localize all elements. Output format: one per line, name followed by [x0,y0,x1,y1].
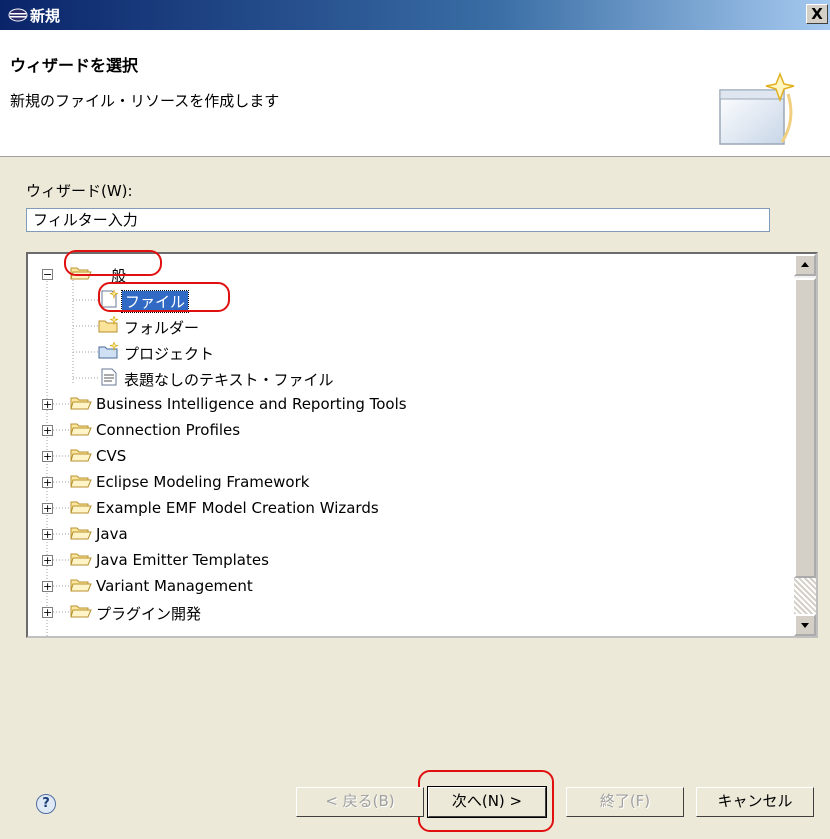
page-description: 新規のファイル・リソースを作成します [10,92,280,110]
scroll-down-button[interactable] [794,614,816,636]
annotation-ring-file [98,282,230,312]
expand-icon[interactable]: + [42,399,53,410]
folder-icon [70,423,92,436]
arrow-down-icon [801,623,809,628]
folder-icon [70,553,92,566]
eclipse-icon [8,8,28,22]
expand-icon[interactable]: + [42,529,53,540]
folder-icon [70,527,92,540]
scroll-thumb[interactable] [794,278,816,578]
expand-icon[interactable]: + [42,425,53,436]
new-wizard-dialog: 新規 X ウィザードを選択 新規のファイル・リソースを作成します ウィザード(W… [0,0,830,839]
wizard-banner-icon [719,71,795,145]
tree-node-folder[interactable]: フォルダー [28,314,328,340]
scroll-track[interactable] [794,578,816,614]
tree-node-label: Variant Management [96,577,253,595]
tree-node-variant-management[interactable]: + Variant Management [28,574,628,600]
next-button[interactable]: 次へ(N) > [427,786,547,818]
wizard-header: ウィザードを選択 新規のファイル・リソースを作成します [0,30,830,157]
folder-icon [70,605,92,618]
tree-node-label: プロジェクト [124,345,215,363]
expand-icon[interactable]: + [42,477,53,488]
annotation-ring-general [64,250,162,276]
filter-input[interactable]: フィルター入力 [26,208,770,232]
tree-node-label: Eclipse Modeling Framework [96,473,310,491]
tree-node-label: Example EMF Model Creation Wizards [96,499,379,517]
tree-scrollbar[interactable] [794,254,816,636]
tree-node-label: Business Intelligence and Reporting Tool… [96,395,407,413]
folder-icon [70,579,92,592]
folder-icon [70,397,92,410]
text-file-icon [101,368,117,386]
tree-node-label: CVS [96,447,127,465]
tree-node-cvs[interactable]: + CVS [28,444,628,470]
tree-node-connection-profiles[interactable]: + Connection Profiles [28,418,628,444]
finish-button[interactable]: 終了(F) [566,787,684,817]
tree-node-label: Java [96,525,128,543]
tree-node-project[interactable]: プロジェクト [28,340,328,366]
expand-icon[interactable]: + [42,503,53,514]
title-bar[interactable]: 新規 X [0,0,830,30]
window-title: 新規 [30,7,61,25]
tree-node-label: Java Emitter Templates [96,551,269,569]
scroll-up-button[interactable] [794,254,816,276]
wizard-label: ウィザード(W): [26,182,133,200]
tree-node-birt[interactable]: + Business Intelligence and Reporting To… [28,392,628,418]
back-button[interactable]: < 戻る(B) [296,787,424,817]
help-icon[interactable]: ? [36,794,56,814]
tree-node-untitled-text-file[interactable]: 表題なしのテキスト・ファイル [28,366,428,392]
tree-node-java[interactable]: + Java [28,522,628,548]
page-title: ウィザードを選択 [10,56,139,75]
tree-node-label: フォルダー [124,319,200,337]
tree-node-label: 表題なしのテキスト・ファイル [124,371,334,389]
folder-icon [70,475,92,488]
expand-icon[interactable]: + [42,607,53,618]
tree-node-java-emitter-templates[interactable]: + Java Emitter Templates [28,548,628,574]
tree-node-label: プラグイン開発 [96,605,202,623]
tree-node-label: Connection Profiles [96,421,241,439]
tree-node-plugin-development[interactable]: + プラグイン開発 [28,600,628,626]
new-folder-icon [98,316,119,333]
expand-icon[interactable]: + [42,581,53,592]
folder-icon [70,449,92,462]
cancel-button[interactable]: キャンセル [696,787,814,817]
expand-icon[interactable]: + [42,451,53,462]
tree-node-example-emf-wizards[interactable]: + Example EMF Model Creation Wizards [28,496,628,522]
new-project-icon [98,342,119,359]
arrow-up-icon [801,262,809,267]
folder-icon [70,501,92,514]
close-button[interactable]: X [806,4,828,24]
collapse-icon[interactable]: − [42,269,53,280]
tree-node-emf[interactable]: + Eclipse Modeling Framework [28,470,628,496]
expand-icon[interactable]: + [42,555,53,566]
